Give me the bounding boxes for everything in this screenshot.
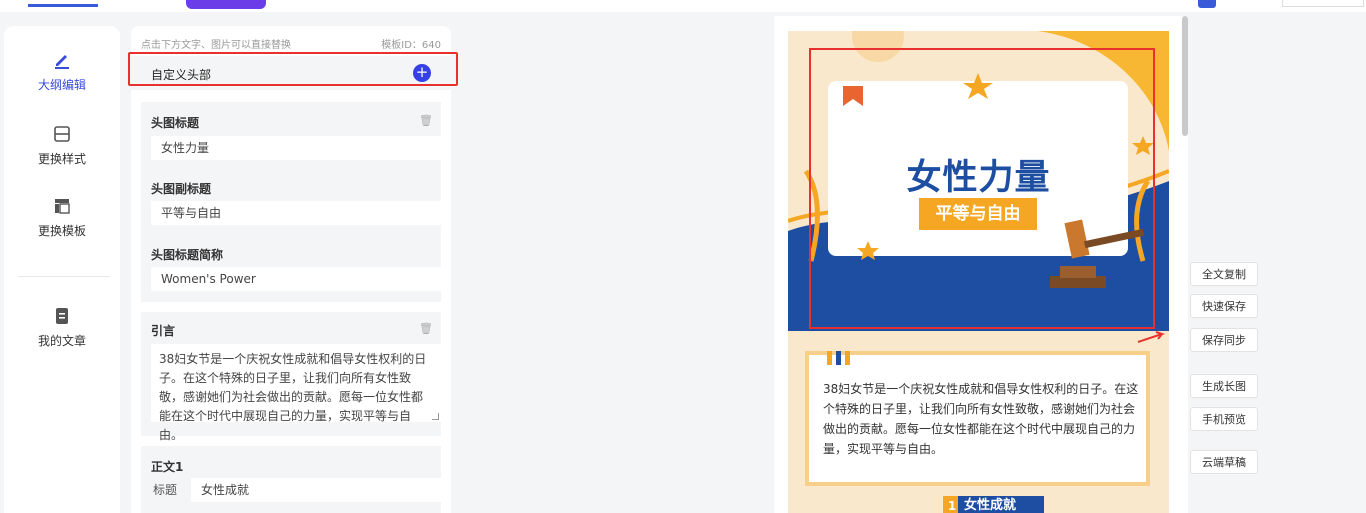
body1-label: 正文1: [151, 460, 184, 474]
nav-item-change-style[interactable]: 更换样式: [4, 124, 120, 167]
trash-icon[interactable]: 🗑: [419, 322, 433, 335]
arrow-icon: [1137, 331, 1166, 343]
layout-rows-icon: [52, 124, 72, 144]
top-bar: [0, 0, 1366, 12]
intro-text: 38妇女节是一个庆祝女性成就和倡导女性权利的日子。在这个特殊的日子里，让我们向所…: [159, 352, 427, 442]
top-right-icon[interactable]: [1198, 0, 1216, 8]
section-title[interactable]: 女性成就: [958, 496, 1044, 513]
hero-title-label: 头图标题: [151, 116, 200, 130]
resize-handle[interactable]: [432, 413, 439, 420]
intro-textarea[interactable]: 38妇女节是一个庆祝女性成就和倡导女性权利的日子。在这个特殊的日子里，让我们向所…: [151, 344, 441, 442]
nav-item-label: 我的文章: [37, 334, 86, 348]
pencil-icon: [52, 50, 72, 70]
nav-item-label: 大纲编辑: [37, 78, 86, 92]
top-right-box[interactable]: [1282, 0, 1364, 7]
copy-all-button[interactable]: 全文复制: [1190, 262, 1258, 286]
bars-icon: [827, 351, 850, 365]
body1-title-input[interactable]: 女性成就: [191, 478, 441, 502]
nav-item-label: 更换样式: [37, 152, 86, 166]
hero-section: 头图标题 🗑 女性力量 头图副标题 平等与自由 头图标题简称 Women's P…: [141, 102, 441, 302]
document-icon: [52, 306, 72, 326]
mobile-preview-button[interactable]: 手机预览: [1190, 407, 1258, 431]
top-purple-button[interactable]: [186, 0, 266, 9]
logo: [28, 0, 98, 7]
highlight-box-preview-hero: [809, 48, 1155, 329]
hero-subtitle-input[interactable]: 平等与自由: [151, 201, 441, 225]
left-sidebar: 大纲编辑 更换样式 更换模板 我的文章: [4, 26, 120, 513]
intro-section: 引言 🗑 38妇女节是一个庆祝女性成就和倡导女性权利的日子。在这个特殊的日子里，…: [141, 312, 441, 442]
body1-section: 正文1 标题 女性成就: [141, 446, 441, 513]
nav-item-label: 更换模板: [37, 224, 86, 238]
quick-save-button[interactable]: 快速保存: [1190, 294, 1258, 318]
save-sync-button[interactable]: 保存同步: [1190, 328, 1258, 352]
outline-editor-panel: 点击下方文字、图片可以直接替换 模板ID：640 自定义头部 + 头图标题 🗑 …: [131, 26, 451, 513]
highlight-box-custom-header: [128, 52, 458, 86]
nav-item-my-articles[interactable]: 我的文章: [4, 306, 120, 349]
nav-item-change-template[interactable]: 更换模板: [4, 196, 120, 239]
hero-abbr-label: 头图标题简称: [151, 248, 224, 262]
nav-item-outline-edit[interactable]: 大纲编辑: [4, 50, 120, 93]
template-id: 模板ID：640: [381, 40, 441, 51]
generate-long-image-button[interactable]: 生成长图: [1190, 374, 1258, 398]
editor-hint: 点击下方文字、图片可以直接替换: [141, 40, 291, 51]
template-icon: [52, 196, 72, 216]
cloud-draft-button[interactable]: 云端草稿: [1190, 450, 1258, 474]
intro-label: 引言: [151, 324, 176, 338]
hero-title-input[interactable]: 女性力量: [151, 136, 441, 160]
intro-text[interactable]: 38妇女节是一个庆祝女性成就和倡导女性权利的日子。在这个特殊的日子里，让我们向所…: [823, 379, 1143, 459]
preview-scrollbar[interactable]: [1182, 16, 1188, 136]
body1-title-label: 标题: [153, 483, 178, 497]
hero-subtitle-label: 头图副标题: [151, 182, 212, 196]
trash-icon[interactable]: 🗑: [419, 114, 433, 127]
nav-divider: [18, 276, 110, 277]
intro-box: 38妇女节是一个庆祝女性成就和倡导女性权利的日子。在这个特殊的日子里，让我们向所…: [805, 351, 1150, 486]
hero-abbr-input[interactable]: Women's Power: [151, 267, 441, 291]
